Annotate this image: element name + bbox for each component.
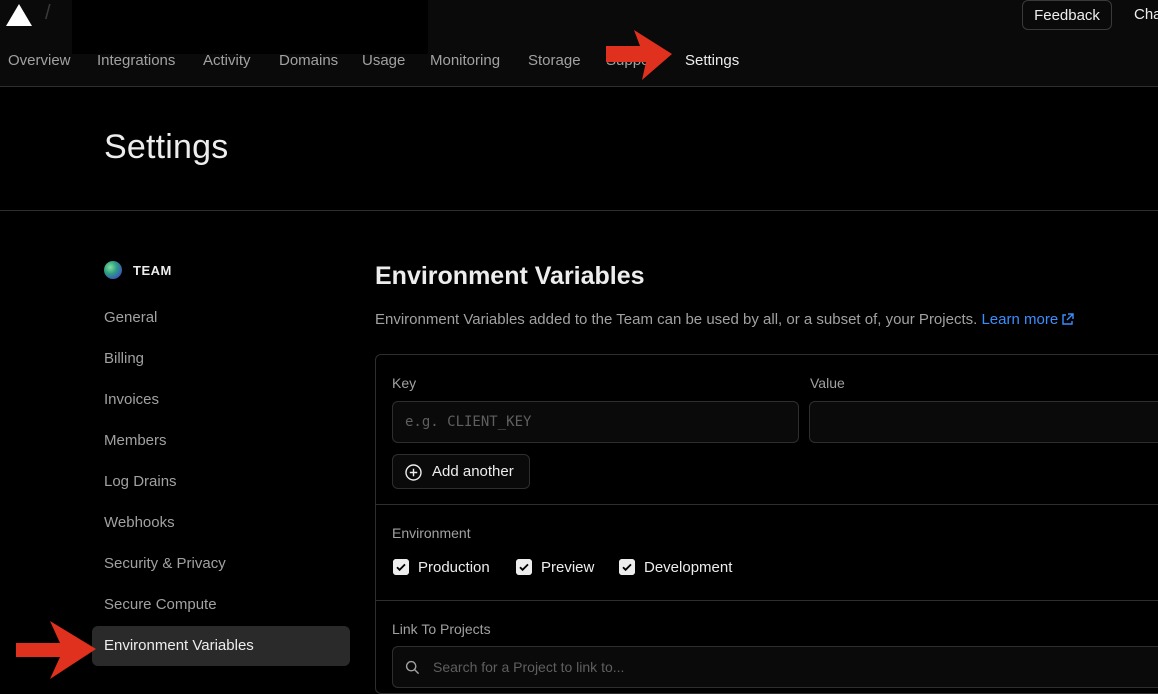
key-input[interactable] [392,401,799,443]
tab-settings[interactable]: Settings [685,52,739,69]
value-label: Value [810,375,845,391]
learn-more-label: Learn more [981,311,1059,328]
environment-label: Environment [392,525,471,541]
team-label: TEAM [133,263,172,278]
sidebar-item-log-drains[interactable]: Log Drains [104,473,177,490]
sidebar-item-billing[interactable]: Billing [104,350,144,367]
page-title: Settings [104,128,229,166]
value-input[interactable] [809,401,1158,443]
annotation-arrow-icon [606,30,672,80]
feedback-button[interactable]: Feedback [1022,0,1112,30]
learn-more-link[interactable]: Learn more [981,311,1074,328]
preview-label: Preview [541,559,595,576]
vercel-logo-icon[interactable] [6,4,32,26]
add-another-label: Add another [432,463,514,480]
sidebar-item-invoices[interactable]: Invoices [104,391,159,408]
production-label: Production [418,559,490,576]
add-another-button[interactable]: Add another [392,454,530,489]
form-divider [375,504,1158,505]
tab-activity[interactable]: Activity [203,52,251,69]
tab-usage[interactable]: Usage [362,52,405,69]
sidebar-item-secure-compute[interactable]: Secure Compute [104,596,217,613]
link-to-projects-label: Link To Projects [392,621,491,637]
sidebar-item-environment-variables[interactable]: Environment Variables [104,637,254,654]
changelog-link[interactable]: Cha [1134,6,1158,23]
tab-monitoring[interactable]: Monitoring [430,52,500,69]
tab-integrations[interactable]: Integrations [97,52,175,69]
section-title: Environment Variables [375,262,645,290]
tab-overview[interactable]: Overview [8,52,71,69]
team-avatar [104,261,122,279]
checkbox-checked-icon [393,559,409,575]
sidebar-item-webhooks[interactable]: Webhooks [104,514,175,531]
external-link-icon [1062,313,1074,325]
section-description: Environment Variables added to the Team … [375,311,1074,328]
tab-domains[interactable]: Domains [279,52,338,69]
plus-circle-icon [405,464,422,481]
checkbox-checked-icon [516,559,532,575]
tab-storage[interactable]: Storage [528,52,581,69]
sidebar-item-general[interactable]: General [104,309,157,326]
project-search-input[interactable] [392,646,1158,688]
checkbox-checked-icon [619,559,635,575]
redacted-team-selector [72,0,428,54]
top-header: / Feedback Cha Overview Integrations Act… [0,0,1158,87]
development-label: Development [644,559,733,576]
sidebar-item-members[interactable]: Members [104,432,167,449]
key-label: Key [392,375,417,391]
search-icon [405,660,420,675]
breadcrumb-separator: / [45,2,51,24]
form-divider [375,600,1158,601]
description-text: Environment Variables added to the Team … [375,311,978,328]
sidebar-item-security-privacy[interactable]: Security & Privacy [104,555,226,572]
annotation-arrow-icon [16,621,96,679]
